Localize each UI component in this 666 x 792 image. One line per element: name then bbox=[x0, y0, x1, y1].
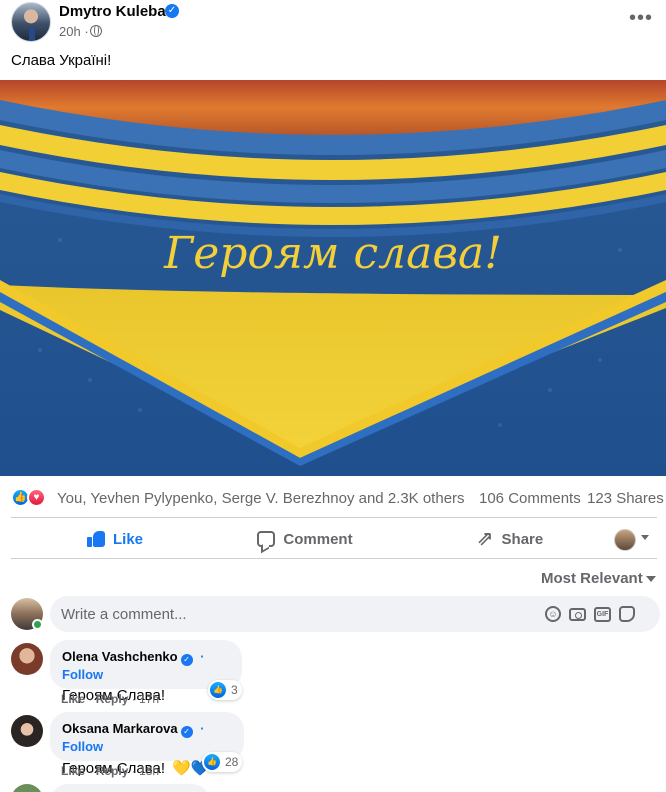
jersey-slogan: Героям слава! bbox=[163, 228, 502, 279]
like-label: Like bbox=[112, 530, 143, 548]
comments-count[interactable]: 106 Comments bbox=[479, 490, 581, 507]
divider bbox=[11, 558, 657, 559]
divider bbox=[11, 517, 657, 518]
commenter-avatar[interactable] bbox=[11, 715, 43, 747]
action-bar: Like Comment ⇗ Share bbox=[0, 521, 666, 557]
post-timestamp[interactable]: 20h · bbox=[59, 24, 89, 39]
reaction-count: 3 bbox=[231, 683, 238, 697]
more-options-icon[interactable]: ••• bbox=[628, 8, 654, 34]
sticker-icon[interactable] bbox=[619, 606, 635, 622]
comment-time[interactable]: 17h bbox=[139, 692, 159, 706]
author-avatar[interactable] bbox=[11, 2, 51, 42]
follow-button[interactable]: Follow bbox=[62, 739, 103, 754]
gif-icon[interactable]: GIF bbox=[594, 607, 611, 622]
verified-badge-icon: ✓ bbox=[180, 726, 193, 738]
comment-button[interactable]: Comment bbox=[240, 521, 370, 557]
verified-badge-icon: ✓ bbox=[165, 4, 179, 18]
comment-reply-link[interactable]: Reply bbox=[96, 692, 129, 706]
post-header: Dmytro Kuleba ✓ 20h · ••• bbox=[0, 0, 666, 46]
comment-time[interactable]: 18h bbox=[139, 764, 159, 778]
post-text: Слава Україні! bbox=[11, 52, 112, 69]
like-button[interactable]: Like bbox=[60, 521, 170, 557]
shares-count[interactable]: 123 Shares bbox=[587, 490, 664, 507]
thumbs-up-icon bbox=[86, 531, 105, 547]
commenter-name[interactable]: Oksana Markarova bbox=[62, 721, 178, 736]
profile-switch-avatar[interactable] bbox=[614, 529, 636, 551]
comment-like-link[interactable]: Like bbox=[61, 764, 85, 778]
comment-sort: Most Relevant bbox=[0, 566, 666, 590]
globe-icon bbox=[90, 25, 102, 37]
thumbs-up-icon: 👍 bbox=[204, 754, 220, 770]
chevron-down-icon[interactable] bbox=[646, 576, 656, 582]
author-name[interactable]: Dmytro Kuleba bbox=[59, 3, 166, 20]
comment-actions: Like · Reply · 17h bbox=[61, 692, 160, 706]
comment-reply-link[interactable]: Reply bbox=[96, 764, 129, 778]
reaction-names[interactable]: You, Yevhen Pylypenko, Serge V. Berezhno… bbox=[57, 490, 465, 507]
commenter-name[interactable]: Olena Vashchenko bbox=[62, 649, 178, 664]
composer-tools: ☺ GIF bbox=[545, 604, 635, 624]
emoji-icon[interactable]: ☺ bbox=[545, 606, 561, 622]
comment-label: Comment bbox=[283, 530, 353, 548]
comment-bubble-icon bbox=[257, 531, 276, 547]
commenter-avatar[interactable] bbox=[11, 643, 43, 675]
reaction-summary: 👍 ♥ You, Yevhen Pylypenko, Serge V. Bere… bbox=[0, 486, 666, 510]
share-label: Share bbox=[501, 530, 544, 548]
sort-dropdown[interactable]: Most Relevant bbox=[541, 570, 643, 587]
thumbs-up-icon: 👍 bbox=[210, 682, 226, 698]
online-status-icon bbox=[32, 619, 43, 630]
comment-like-link[interactable]: Like bbox=[61, 692, 85, 706]
follow-button[interactable]: Follow bbox=[62, 667, 103, 682]
heart-icon: ♥ bbox=[27, 488, 46, 507]
reaction-count: 28 bbox=[225, 755, 239, 769]
verified-badge-icon: ✓ bbox=[180, 654, 193, 666]
post-image[interactable]: Героям слава! bbox=[0, 80, 666, 476]
comment-reaction-count[interactable]: 👍 28 bbox=[202, 752, 243, 772]
comment-composer: ☺ GIF bbox=[0, 596, 666, 634]
comment-actions: Like · Reply · 18h bbox=[61, 764, 160, 778]
commenter-avatar[interactable] bbox=[11, 784, 43, 792]
camera-icon[interactable] bbox=[569, 608, 586, 621]
share-button[interactable]: ⇗ Share bbox=[455, 521, 565, 557]
reaction-icons[interactable]: 👍 ♥ bbox=[11, 488, 51, 508]
comment-bubble bbox=[50, 784, 210, 792]
share-arrow-icon: ⇗ bbox=[476, 528, 494, 550]
comment-reaction-count[interactable]: 👍 3 bbox=[208, 680, 242, 700]
jersey-photo: Героям слава! bbox=[0, 80, 666, 476]
chevron-down-icon[interactable] bbox=[641, 535, 649, 540]
